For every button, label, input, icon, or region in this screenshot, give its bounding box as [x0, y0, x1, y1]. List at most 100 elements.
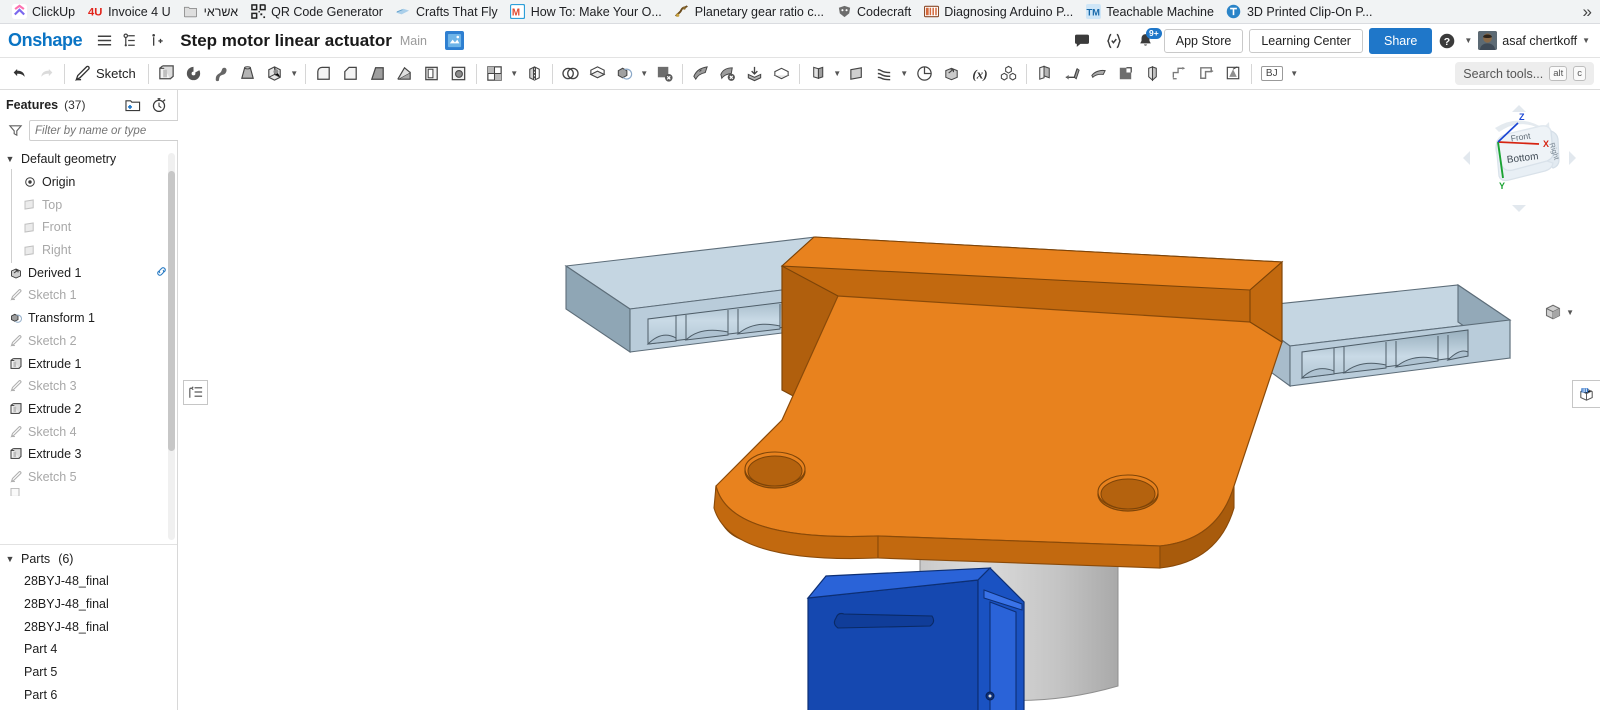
- featurescript-icon[interactable]: [1102, 29, 1126, 53]
- document-thumbnail-icon[interactable]: [444, 31, 464, 50]
- delete-part-icon[interactable]: [714, 61, 741, 87]
- motor-connector[interactable]: [806, 567, 1025, 710]
- tree-row-sketch-5[interactable]: Sketch 5: [0, 466, 177, 489]
- bookmark-clickup[interactable]: ClickUp: [6, 2, 82, 22]
- tree-row-extrude-1[interactable]: Extrude 1: [0, 352, 177, 375]
- tree-row-sketch-3[interactable]: Sketch 3: [0, 375, 177, 398]
- notifications-button[interactable]: 9+: [1134, 27, 1162, 53]
- document-branch[interactable]: Main: [400, 34, 427, 48]
- import-derived-icon[interactable]: [741, 61, 768, 87]
- fillet-icon[interactable]: [310, 61, 337, 87]
- funnel-filter-icon[interactable]: [8, 123, 23, 138]
- rollback-history-icon[interactable]: [149, 96, 169, 114]
- search-tools-input[interactable]: Search tools... alt c: [1455, 62, 1594, 85]
- view-cube[interactable]: Front Bottom Right X Y Z: [1457, 100, 1582, 225]
- app-store-button[interactable]: App Store: [1163, 28, 1244, 53]
- variable-icon[interactable]: (x): [965, 61, 995, 87]
- thicken-icon[interactable]: [261, 61, 288, 87]
- tree-row-right-plane[interactable]: Right: [0, 239, 177, 262]
- display-style-caret-icon[interactable]: ▼: [1566, 308, 1574, 317]
- bookmark-planetary-gear-ratio[interactable]: Planetary gear ratio c...: [669, 2, 831, 22]
- hamburger-menu-icon[interactable]: [92, 29, 116, 53]
- unfold-icon[interactable]: [1139, 61, 1166, 87]
- comment-icon[interactable]: [1070, 29, 1094, 53]
- hole-icon[interactable]: [445, 61, 472, 87]
- tab-icon[interactable]: [1112, 61, 1139, 87]
- transform-caret-icon[interactable]: ▼: [638, 61, 651, 87]
- tree-row-transform-1[interactable]: Transform 1: [0, 307, 177, 330]
- user-menu[interactable]: asaf chertkoff ▼: [1478, 31, 1590, 50]
- chevron-down-icon[interactable]: ▼: [4, 554, 16, 564]
- chamfer-icon[interactable]: [337, 61, 364, 87]
- delete-face-icon[interactable]: [651, 61, 678, 87]
- sketch-bend-icon[interactable]: [1166, 61, 1193, 87]
- bookmark-how-to-make-your-own[interactable]: M How To: Make Your O...: [505, 2, 669, 22]
- display-style-control[interactable]: ▼: [1543, 302, 1574, 322]
- curve-caret-icon[interactable]: ▼: [898, 61, 911, 87]
- export-icon[interactable]: [768, 61, 795, 87]
- transform-icon[interactable]: [611, 61, 638, 87]
- custom-feature-caret-icon[interactable]: ▼: [1288, 61, 1301, 87]
- tree-row-extrude-3[interactable]: Extrude 3: [0, 443, 177, 466]
- shaded-cube-icon[interactable]: [1543, 302, 1563, 322]
- onshape-logo[interactable]: Onshape: [8, 30, 83, 51]
- split-icon[interactable]: [584, 61, 611, 87]
- tree-row-extrude-2[interactable]: Extrude 2: [0, 398, 177, 421]
- tree-row-sketch-1[interactable]: Sketch 1: [0, 284, 177, 307]
- part-row[interactable]: 28BYJ-48_final: [0, 570, 177, 593]
- helix-icon[interactable]: [911, 61, 938, 87]
- shell-icon[interactable]: [418, 61, 445, 87]
- bend-icon[interactable]: [1058, 61, 1085, 87]
- bookmark-crafts-that-fly[interactable]: Crafts That Fly: [390, 2, 505, 22]
- plane-icon[interactable]: [844, 61, 871, 87]
- bookmark-invoice4u[interactable]: 4U Invoice 4 U: [82, 2, 178, 22]
- part-row[interactable]: Part 4: [0, 638, 177, 661]
- sweep-icon[interactable]: [207, 61, 234, 87]
- part-row[interactable]: Part 5: [0, 661, 177, 684]
- part-row[interactable]: 28BYJ-48_final: [0, 593, 177, 616]
- tree-row-default-geometry[interactable]: ▼ Default geometry: [0, 148, 177, 171]
- derived-icon[interactable]: [938, 61, 965, 87]
- tree-row-origin[interactable]: Origin: [0, 171, 177, 194]
- model-panel-toggle-icon[interactable]: [1572, 380, 1600, 408]
- sheet-metal-caret-icon[interactable]: ▼: [831, 61, 844, 87]
- add-feature-icon[interactable]: [144, 29, 168, 53]
- corner-icon[interactable]: [1193, 61, 1220, 87]
- pattern-icon[interactable]: [481, 61, 508, 87]
- sheet-metal-icon[interactable]: [804, 61, 831, 87]
- assembly-icon[interactable]: [995, 61, 1022, 87]
- part-row[interactable]: 28BYJ-48_final: [0, 615, 177, 638]
- tree-row-front-plane[interactable]: Front: [0, 216, 177, 239]
- loft-icon[interactable]: [234, 61, 261, 87]
- undo-arrow-icon[interactable]: [6, 61, 33, 87]
- tree-row-top-plane[interactable]: Top: [0, 193, 177, 216]
- bookmark-3d-printed-clip-on[interactable]: 3D Printed Clip-On P...: [1221, 2, 1380, 22]
- tree-row-sketch-4[interactable]: Sketch 4: [0, 420, 177, 443]
- tree-row-sketch-2[interactable]: Sketch 2: [0, 330, 177, 353]
- pattern-caret-icon[interactable]: ▼: [508, 61, 521, 87]
- bookmark-teachable-machine[interactable]: TM Teachable Machine: [1080, 2, 1221, 22]
- help-caret-icon[interactable]: ▼: [1464, 36, 1472, 45]
- curve-icon[interactable]: [871, 61, 898, 87]
- share-button[interactable]: Share: [1368, 27, 1433, 54]
- draft-icon[interactable]: [364, 61, 391, 87]
- parts-header[interactable]: ▼ Parts (6): [0, 548, 177, 570]
- learning-center-button[interactable]: Learning Center: [1249, 28, 1363, 53]
- revolve-icon[interactable]: [180, 61, 207, 87]
- thicken-caret-icon[interactable]: ▼: [288, 61, 301, 87]
- sheet-metal-model-icon[interactable]: [1220, 61, 1247, 87]
- bookmark-diagnosing-arduino[interactable]: Diagnosing Arduino P...: [918, 2, 1080, 22]
- filter-input[interactable]: [29, 120, 197, 141]
- tree-row-partial[interactable]: [0, 488, 177, 497]
- hem-icon[interactable]: [1085, 61, 1112, 87]
- bookmark-overflow-button[interactable]: »: [1583, 2, 1592, 22]
- tree-row-derived-1[interactable]: Derived 1: [0, 261, 177, 284]
- chevron-down-icon[interactable]: ▼: [4, 154, 16, 164]
- version-graph-icon[interactable]: [118, 29, 142, 53]
- mirror-icon[interactable]: [521, 61, 548, 87]
- cad-model[interactable]: [178, 90, 1600, 710]
- flange-icon[interactable]: [1031, 61, 1058, 87]
- rib-icon[interactable]: [391, 61, 418, 87]
- document-title[interactable]: Step motor linear actuator: [180, 31, 392, 51]
- part-row[interactable]: Part 6: [0, 683, 177, 706]
